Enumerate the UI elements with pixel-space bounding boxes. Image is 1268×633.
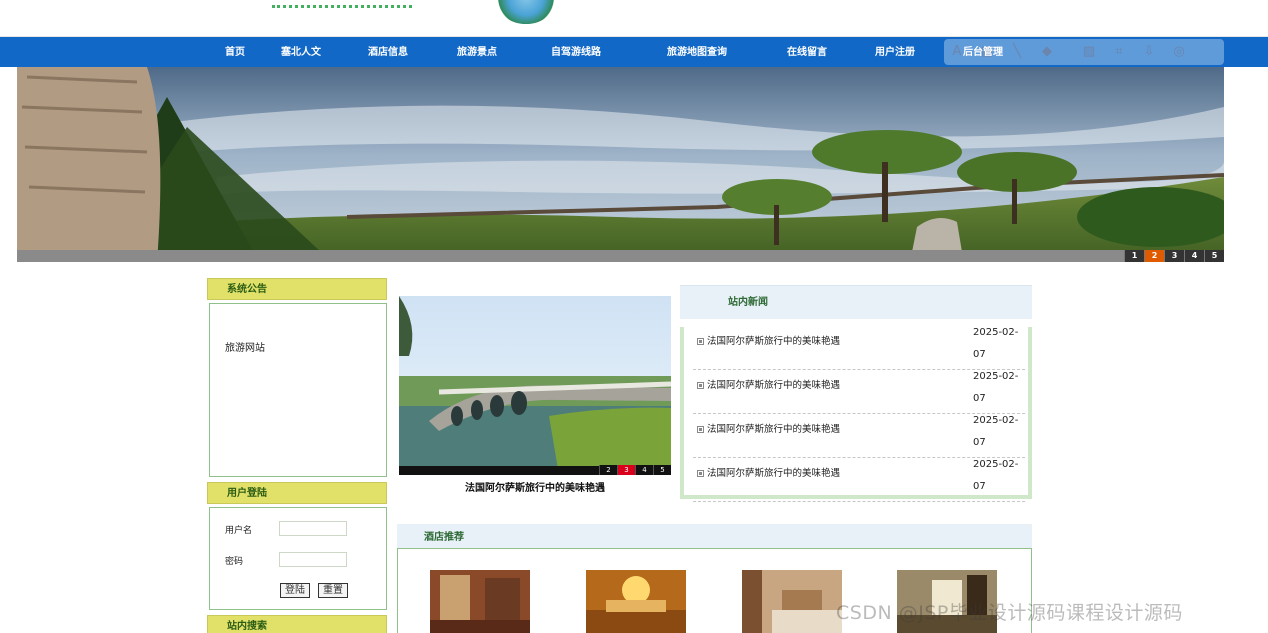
banner-image: [17, 67, 1224, 262]
crop-tool-icon[interactable]: ⌗: [1110, 43, 1128, 61]
news-item-title[interactable]: 法国阿尔萨斯旅行中的美味艳遇: [707, 377, 840, 391]
news-item[interactable]: 法国阿尔萨斯旅行中的美味艳遇 2025-02-07: [693, 370, 1025, 414]
news-item-title[interactable]: 法国阿尔萨斯旅行中的美味艳遇: [707, 333, 840, 347]
eraser-tool-icon[interactable]: ◆: [1038, 43, 1056, 61]
news-item[interactable]: 法国阿尔萨斯旅行中的美味艳遇 2025-02-07: [693, 326, 1025, 370]
settings-tool-icon[interactable]: ◎: [1170, 43, 1188, 61]
news-item[interactable]: 法国阿尔萨斯旅行中的美味艳遇 2025-02-07: [693, 414, 1025, 458]
login-panel: 用户名 密码 登陆 重置: [209, 507, 387, 610]
news-item-date: 2025-02-07: [973, 459, 1019, 492]
hotel-image-3[interactable]: [742, 570, 842, 633]
slider-page-5[interactable]: 5: [653, 465, 671, 475]
slider-pager: 2 3 4 5: [599, 465, 671, 475]
image-tool-icon[interactable]: ▨: [1080, 43, 1098, 61]
slider-page-2[interactable]: 2: [599, 465, 617, 475]
site-logo-text: [272, 0, 412, 8]
nav-home[interactable]: 首页: [225, 37, 245, 67]
bullet-icon: [697, 382, 704, 389]
username-label: 用户名: [225, 526, 253, 536]
notice-header: 系统公告: [207, 278, 387, 300]
nav-attractions[interactable]: 旅游景点: [457, 37, 497, 67]
hotel-image-2[interactable]: [586, 570, 686, 633]
banner-page-3[interactable]: 3: [1164, 250, 1184, 262]
photo-slider[interactable]: 2 3 4 5: [399, 296, 671, 475]
slider-page-4[interactable]: 4: [635, 465, 653, 475]
slider-page-3[interactable]: 3: [617, 465, 635, 475]
save-tool-icon[interactable]: ⇩: [1140, 43, 1158, 61]
pen-tool-icon[interactable]: ╲: [1008, 43, 1026, 61]
banner-page-4[interactable]: 4: [1184, 250, 1204, 262]
hotel-image-1[interactable]: [430, 570, 530, 633]
notice-panel: 旅游网站: [209, 303, 387, 477]
bullet-icon: [697, 470, 704, 477]
page: A ▣ ╲ ◆ ▨ ⌗ ⇩ ◎ 首页 塞北人文 酒店信息 旅游景点 自驾游线路 …: [0, 0, 1268, 633]
site-header: [0, 0, 1268, 37]
news-header: 站内新闻: [680, 285, 1032, 319]
site-logo-emblem: [497, 0, 555, 24]
news-item[interactable]: 法国阿尔萨斯旅行中的美味艳遇 2025-02-07: [693, 458, 1025, 502]
banner-page-5[interactable]: 5: [1204, 250, 1224, 262]
news-item-title[interactable]: 法国阿尔萨斯旅行中的美味艳遇: [707, 421, 840, 435]
slider-caption[interactable]: 法国阿尔萨斯旅行中的美味艳遇: [399, 479, 671, 494]
watermark: CSDN @JSP毕业设计源码课程设计源码: [836, 602, 1183, 624]
banner-slideshow[interactable]: 1 2 3 4 5: [17, 67, 1224, 262]
nav-hotels[interactable]: 酒店信息: [368, 37, 408, 67]
news-item-date: 2025-02-07: [973, 415, 1019, 448]
reset-button[interactable]: 重置: [318, 583, 348, 598]
news-item-title[interactable]: 法国阿尔萨斯旅行中的美味艳遇: [707, 465, 840, 479]
password-input[interactable]: [279, 552, 347, 567]
nav-register[interactable]: 用户注册: [875, 37, 915, 67]
notice-text: 旅游网站: [225, 343, 265, 354]
nav-self-drive[interactable]: 自驾游线路: [551, 37, 601, 67]
banner-page-2[interactable]: 2: [1144, 250, 1164, 262]
news-item-date: 2025-02-07: [973, 327, 1019, 360]
main-nav: A ▣ ╲ ◆ ▨ ⌗ ⇩ ◎ 首页 塞北人文 酒店信息 旅游景点 自驾游线路 …: [0, 37, 1268, 67]
banner-pager: 1 2 3 4 5: [1124, 250, 1224, 262]
password-label: 密码: [225, 557, 244, 567]
username-input[interactable]: [279, 521, 347, 536]
slider-image: [399, 296, 671, 475]
login-button[interactable]: 登陆: [280, 583, 310, 598]
nav-admin[interactable]: 后台管理: [963, 37, 1003, 67]
banner-page-1[interactable]: 1: [1124, 250, 1144, 262]
bullet-icon: [697, 338, 704, 345]
nav-culture[interactable]: 塞北人文: [281, 37, 321, 67]
nav-map[interactable]: 旅游地图查询: [667, 37, 727, 67]
login-header: 用户登陆: [207, 482, 387, 504]
nav-message[interactable]: 在线留言: [787, 37, 827, 67]
hotel-header: 酒店推荐: [397, 524, 1032, 548]
news-item-date: 2025-02-07: [973, 371, 1019, 404]
news-list: 法国阿尔萨斯旅行中的美味艳遇 2025-02-07 法国阿尔萨斯旅行中的美味艳遇…: [680, 326, 1032, 502]
search-header: 站内搜索: [207, 615, 387, 633]
bullet-icon: [697, 426, 704, 433]
